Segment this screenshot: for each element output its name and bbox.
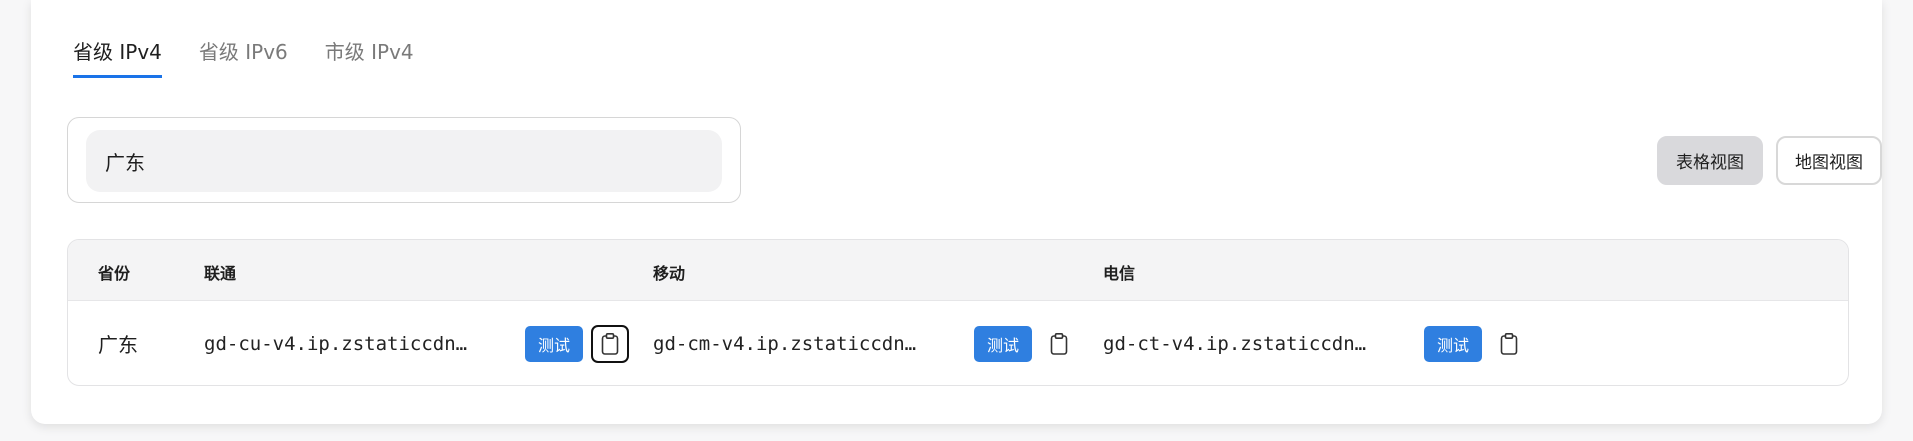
search-input[interactable] [86, 130, 722, 192]
results-table: 省份 联通 移动 电信 广东 gd-cu-v4.ip.zstaticcdn… 测… [67, 239, 1849, 386]
unicom-test-button[interactable]: 测试 [525, 325, 584, 362]
tab-province-ipv4[interactable]: 省级 IPv4 [73, 36, 162, 78]
mobile-test-button[interactable]: 测试 [974, 325, 1033, 362]
clipboard-icon [1050, 332, 1068, 355]
telecom-host: gd-ct-v4.ip.zstaticcdn… [1103, 332, 1367, 355]
clipboard-icon [1500, 332, 1518, 355]
view-toggle: 表格视图 地图视图 [1657, 136, 1882, 185]
table-row: 广东 gd-cu-v4.ip.zstaticcdn… 测试 gd-cm-v4.i… [68, 301, 1848, 385]
unicom-cell: gd-cu-v4.ip.zstaticcdn… 测试 [204, 301, 630, 385]
unicom-host: gd-cu-v4.ip.zstaticcdn… [204, 332, 468, 355]
header-unicom: 联通 [204, 264, 237, 283]
clipboard-icon [601, 332, 619, 355]
mobile-cell: gd-cm-v4.ip.zstaticcdn… 测试 [653, 301, 1079, 385]
header-province: 省份 [98, 264, 131, 283]
search-box [67, 117, 741, 203]
tab-bar: 省级 IPv4 省级 IPv6 市级 IPv4 [73, 36, 414, 78]
unicom-copy-button[interactable] [591, 324, 630, 363]
telecom-test-button[interactable]: 测试 [1424, 325, 1483, 362]
telecom-cell: gd-ct-v4.ip.zstaticcdn… 测试 [1103, 301, 1529, 385]
header-telecom: 电信 [1103, 264, 1136, 283]
tab-province-ipv6[interactable]: 省级 IPv6 [199, 36, 288, 78]
table-header: 省份 联通 移动 电信 [68, 240, 1848, 301]
table-view-button[interactable]: 表格视图 [1657, 136, 1763, 185]
province-cell: 广东 [98, 333, 138, 357]
mobile-host: gd-cm-v4.ip.zstaticcdn… [653, 332, 917, 355]
mobile-copy-button[interactable] [1040, 324, 1079, 363]
header-mobile: 移动 [653, 264, 686, 283]
telecom-copy-button[interactable] [1490, 324, 1529, 363]
map-view-button[interactable]: 地图视图 [1776, 136, 1882, 185]
tab-city-ipv4[interactable]: 市级 IPv4 [325, 36, 414, 78]
